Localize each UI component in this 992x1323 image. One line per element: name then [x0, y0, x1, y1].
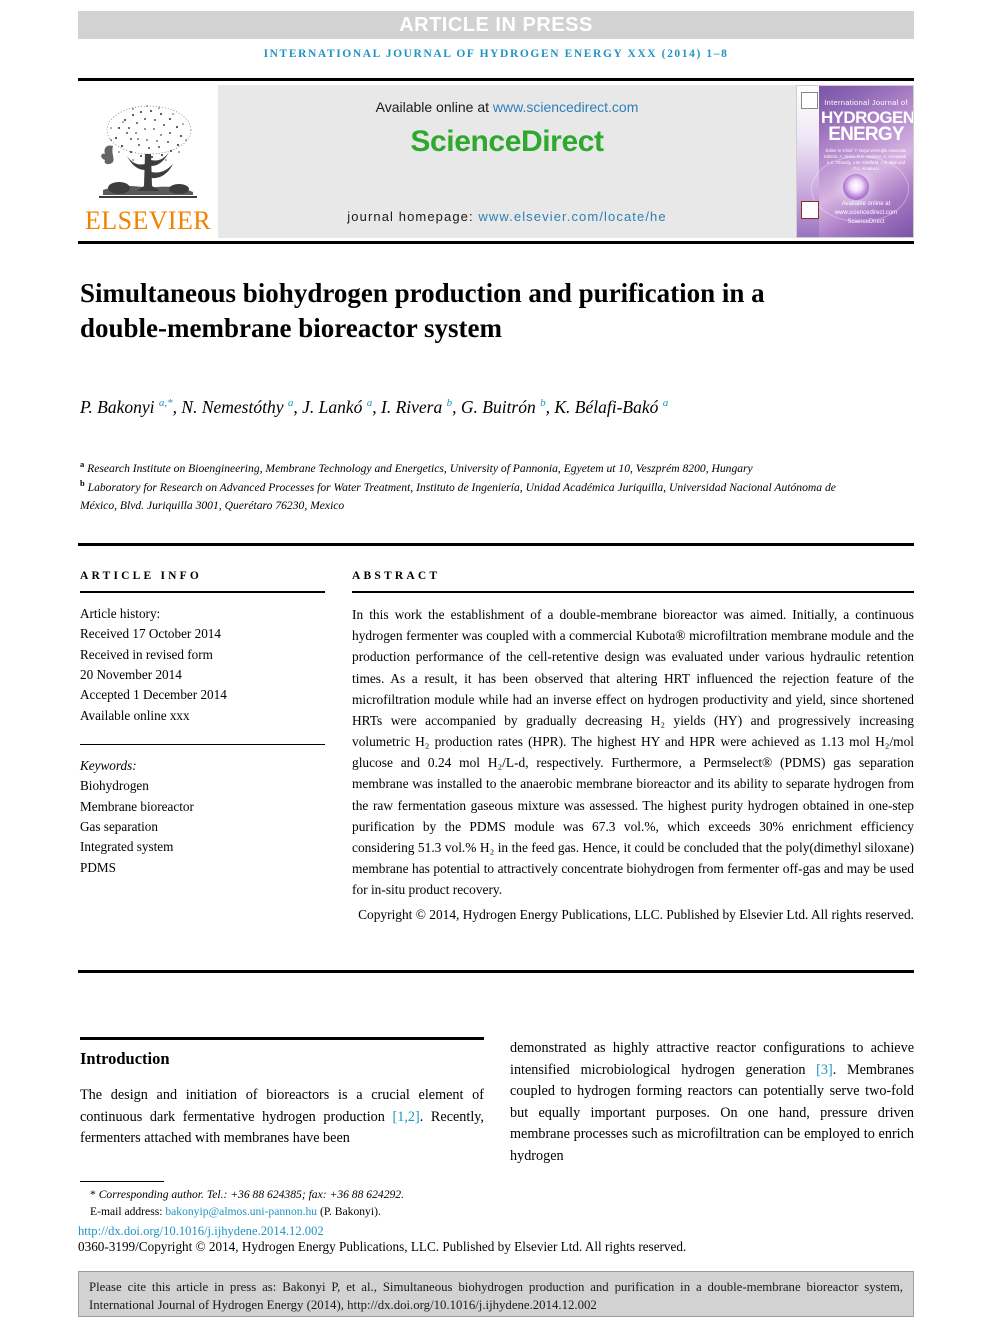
author-item: N. Nemestóthy a, [181, 397, 303, 417]
author-affil-mark: a [662, 397, 669, 410]
keyword-item: PDMS [80, 859, 116, 875]
email-link[interactable]: bakonyip@almos.uni-pannon.hu [165, 1205, 317, 1218]
cover-small-title: International Journal of [824, 98, 908, 107]
affiliation-list: a Research Institute on Bioengineering, … [80, 458, 870, 515]
affiliation-mark: a [80, 459, 85, 469]
author-item: P. Bakonyi a,*, [80, 397, 182, 417]
keywords-label: Keywords: [80, 757, 137, 773]
keyword-item: Gas separation [80, 818, 158, 834]
article-history-label: Article history: [80, 606, 161, 621]
cover-orb-decoration [843, 174, 869, 200]
author-item: G. Buitrón b, [460, 397, 555, 417]
cite-this-article-text: Please cite this article in press as: Ba… [89, 1280, 903, 1313]
article-info-rule [80, 591, 325, 593]
citation-ref[interactable]: [1,2] [393, 1109, 420, 1125]
article-history-item: Received in revised form [80, 646, 213, 662]
article-history-item: Received 17 October 2014 [80, 626, 221, 642]
elsevier-wordmark: ELSEVIER [85, 206, 211, 235]
affiliation-bottom-rule [78, 543, 914, 546]
introduction-heading: Introduction [80, 1049, 170, 1068]
cite-this-article-box: Please cite this article in press as: Ba… [78, 1271, 914, 1317]
cover-editors-text: Editor-in-Chief: T. Nejat Veziroğlu Asso… [824, 148, 908, 172]
introduction-left-column: The design and initiation of bioreactors… [80, 1085, 484, 1150]
introduction-right-column: demonstrated as highly attractive reacto… [510, 1038, 914, 1167]
page-title: Simultaneous biohydrogen production and … [80, 278, 765, 344]
email-label: E-mail address: [90, 1205, 166, 1219]
masthead-top-rule [78, 78, 914, 81]
corresponding-author-text: Corresponding author. Tel.: +36 88 62438… [98, 1188, 404, 1201]
abstract-rule [352, 591, 914, 593]
cover-publisher-mark-top [801, 92, 818, 109]
affiliation-item: a Research Institute on Bioengineering, … [80, 458, 870, 477]
affiliation-mark: b [80, 478, 85, 489]
doi-link[interactable]: http://dx.doi.org/10.1016/j.ijhydene.201… [78, 1224, 324, 1239]
sciencedirect-panel: Available online at www.sciencedirect.co… [218, 85, 796, 238]
paper-page: ARTICLE IN PRESS INTERNATIONAL JOURNAL O… [0, 0, 992, 1323]
elsevier-tree-icon [99, 105, 197, 198]
masthead-bottom-rule [78, 241, 914, 244]
citation-ref[interactable]: [3] [816, 1062, 833, 1078]
journal-homepage-link[interactable]: www.elsevier.com/locate/he [478, 209, 666, 224]
cover-publisher-mark-bottom [801, 201, 819, 219]
keyword-item: Biohydrogen [80, 778, 149, 794]
article-history-item: Accepted 1 December 2014 [80, 687, 227, 703]
article-history: Article history: Received 17 October 201… [80, 604, 325, 726]
author-item: I. Rivera b, [381, 397, 461, 417]
article-info-section: ARTICLE INFO Article history: Received 1… [80, 570, 325, 878]
affiliation-item: b Laboratory for Research on Advanced Pr… [80, 477, 870, 514]
author-list: P. Bakonyi a,*, N. Nemestóthy a, J. Lank… [80, 393, 880, 421]
article-info-heading: ARTICLE INFO [80, 570, 203, 582]
abstract-bottom-rule [78, 970, 914, 973]
sciencedirect-link[interactable]: www.sciencedirect.com [493, 99, 639, 115]
cover-title-energy: ENERGY [828, 124, 904, 145]
footnote-block: * Corresponding author. Tel.: +36 88 624… [80, 1186, 680, 1221]
sciencedirect-logo: ScienceDirect [410, 125, 604, 158]
email-owner: (P. Bakonyi). [317, 1205, 381, 1219]
author-item: K. Bélafi-Bakó a [554, 397, 669, 417]
journal-running-head: INTERNATIONAL JOURNAL OF HYDROGEN ENERGY… [263, 48, 729, 60]
journal-cover-thumbnail: International Journal of HYDROGEN ENERGY… [796, 85, 914, 238]
cover-sciencedirect-caption: Available online at www.sciencedirect.co… [834, 201, 898, 225]
author-item: J. Lankó a, [302, 397, 382, 417]
affiliation-text: Laboratory for Research on Advanced Proc… [80, 481, 836, 512]
abstract-section: ABSTRACT In this work the establishment … [352, 570, 914, 926]
author-affil-mark: a [287, 397, 294, 410]
article-history-item: 20 November 2014 [80, 666, 182, 682]
keywords-block: Keywords: Biohydrogen Membrane bioreacto… [80, 756, 325, 878]
masthead: ELSEVIER Available online at www.science… [78, 85, 914, 238]
article-in-press-label: ARTICLE IN PRESS [399, 13, 593, 36]
introduction-rule [80, 1037, 484, 1040]
available-online-line: Available online at www.sciencedirect.co… [218, 99, 796, 115]
asterisk-icon: * [90, 1188, 96, 1201]
keyword-item: Integrated system [80, 839, 174, 855]
keyword-item: Membrane bioreactor [80, 798, 194, 814]
corresponding-author-line: * Corresponding author. Tel.: +36 88 624… [80, 1186, 680, 1203]
journal-homepage-line: journal homepage: www.elsevier.com/locat… [218, 209, 796, 224]
author-affil-mark: a,* [158, 397, 173, 410]
abstract-body: In this work the establishment of a doub… [352, 607, 914, 898]
affiliation-text: Research Institute on Bioengineering, Me… [87, 461, 753, 475]
elsevier-logo: ELSEVIER [78, 85, 218, 238]
author-affil-mark: b [446, 397, 453, 410]
author-affil-mark: a [366, 397, 373, 410]
abstract-copyright: Copyright © 2014, Hydrogen Energy Public… [358, 907, 914, 923]
article-in-press-banner: ARTICLE IN PRESS [78, 11, 914, 39]
author-affil-mark: b [540, 397, 546, 410]
available-online-prefix: Available online at [375, 99, 493, 115]
article-history-item: Available online xxx [80, 707, 190, 723]
issn-copyright-line: 0360-3199/Copyright © 2014, Hydrogen Ene… [78, 1239, 687, 1254]
keywords-rule [80, 743, 325, 745]
footnote-rule [80, 1181, 164, 1182]
email-line: E-mail address: bakonyip@almos.uni-panno… [80, 1203, 680, 1220]
abstract-heading: ABSTRACT [352, 570, 441, 582]
journal-homepage-label: journal homepage: [347, 209, 479, 224]
